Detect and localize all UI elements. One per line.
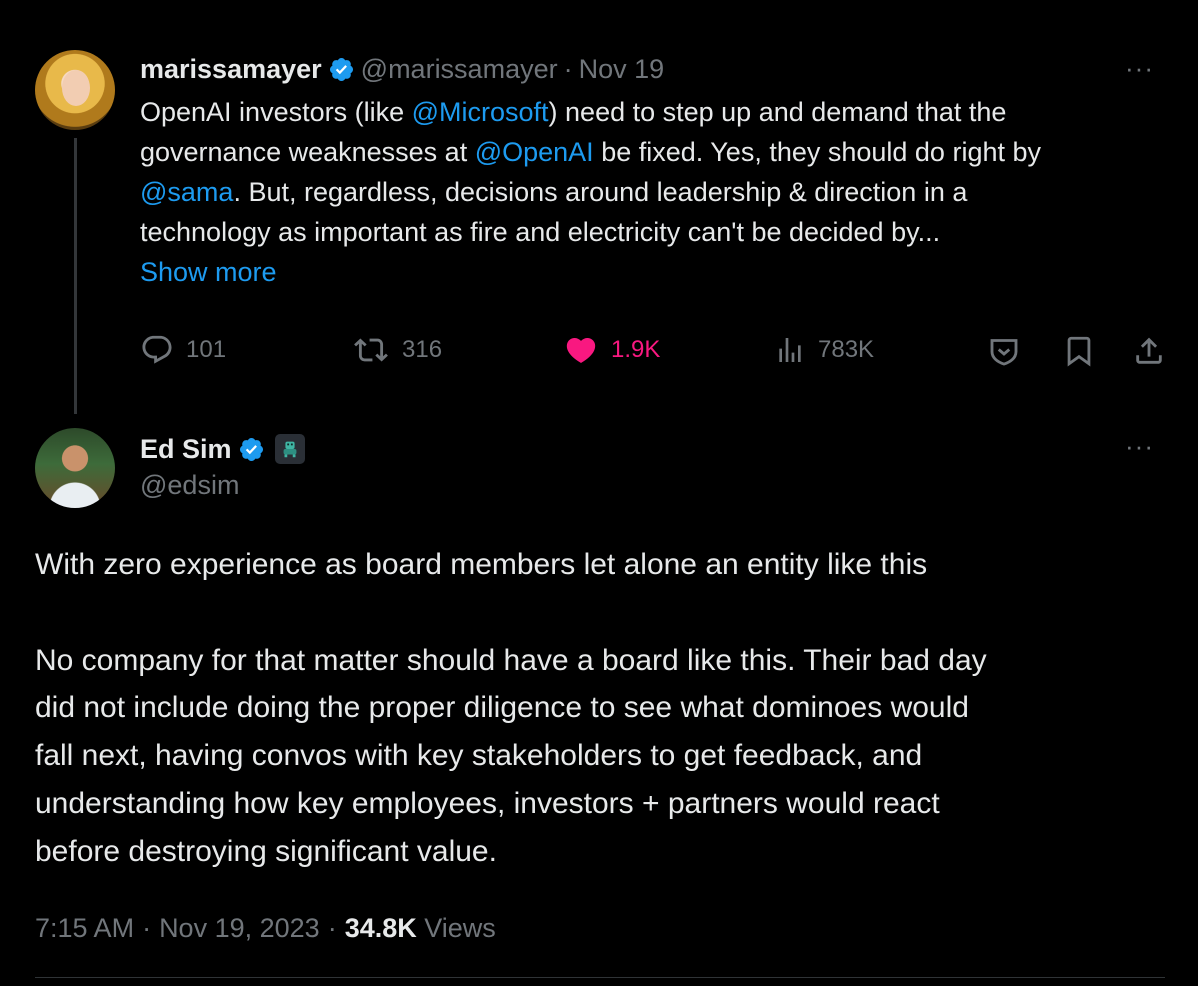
- repost-icon: [354, 338, 388, 362]
- meta-separator: ·: [327, 912, 337, 943]
- verified-badge-icon[interactable]: [328, 56, 355, 83]
- main-tweet-header: Ed Sim: [140, 430, 305, 468]
- parent-more-icon[interactable]: ···: [1125, 55, 1154, 81]
- avatar-marissamayer[interactable]: [35, 50, 115, 130]
- views-count: 783K: [818, 336, 875, 363]
- thread-connector-line: [74, 138, 77, 414]
- reply-icon: [142, 335, 172, 364]
- main-handle[interactable]: @edsim: [140, 470, 239, 501]
- main-tweet-text: With zero experience as board members le…: [35, 541, 1175, 876]
- repost-button[interactable]: 316: [352, 330, 442, 370]
- reply-button[interactable]: 101: [140, 330, 226, 370]
- parent-tweet-text: OpenAI investors (like @Microsoft) need …: [140, 97, 1041, 287]
- affiliate-logo-icon: [283, 441, 296, 458]
- share-icon: [1136, 337, 1162, 364]
- reply-count: 101: [186, 336, 227, 363]
- avatar-edsim[interactable]: [35, 428, 115, 508]
- tweet-time[interactable]: 7:15 AM: [35, 913, 134, 944]
- bookmark-icon: [1067, 336, 1091, 367]
- parent-handle[interactable]: @marissamayer: [361, 54, 558, 85]
- show-more-link[interactable]: Show more: [140, 257, 277, 287]
- bookmark-button[interactable]: [1062, 333, 1096, 369]
- views-icon: [779, 338, 801, 362]
- like-button[interactable]: 1.9K: [563, 330, 660, 370]
- tweet-date[interactable]: Nov 19, 2023: [159, 913, 320, 944]
- tweet-metadata: 7:15 AM · Nov 19, 2023 · 34.8K Views: [35, 908, 496, 948]
- divider: [35, 977, 1165, 978]
- mention-openai[interactable]: @OpenAI: [475, 137, 594, 167]
- verified-badge-icon[interactable]: [238, 436, 265, 463]
- date-separator: ·: [563, 53, 573, 84]
- grok-shield-button[interactable]: [986, 333, 1022, 369]
- main-more-icon[interactable]: ···: [1125, 433, 1154, 459]
- affiliate-badge-icon[interactable]: [274, 434, 305, 464]
- parent-tweet-header: marissamayer @marissamayer · Nov 19: [140, 51, 664, 87]
- views-button[interactable]: 783K: [774, 330, 874, 370]
- mention-sama[interactable]: @sama: [140, 177, 233, 207]
- like-count: 1.9K: [611, 336, 661, 363]
- tweet-paragraph: No company for that matter should have a…: [35, 643, 987, 868]
- repost-count: 316: [402, 336, 443, 363]
- parent-display-name[interactable]: marissamayer: [140, 54, 322, 85]
- grok-shield-icon: [990, 339, 1018, 366]
- views-total[interactable]: 34.8K Views: [345, 913, 496, 944]
- heart-icon: [566, 337, 596, 363]
- mention-microsoft[interactable]: @Microsoft: [412, 97, 549, 127]
- meta-separator: ·: [142, 912, 152, 943]
- share-button[interactable]: [1132, 333, 1166, 369]
- main-display-name[interactable]: Ed Sim: [140, 434, 232, 465]
- parent-date[interactable]: Nov 19: [579, 54, 665, 85]
- tweet-paragraph: With zero experience as board members le…: [35, 548, 928, 581]
